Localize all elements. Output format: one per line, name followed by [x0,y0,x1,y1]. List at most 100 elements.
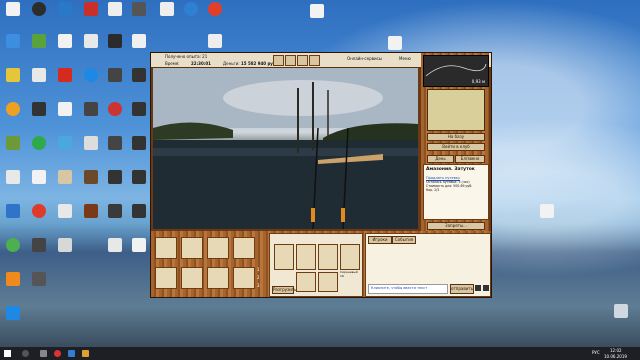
taskbar-app-icon[interactable] [68,350,75,357]
desktop-icon[interactable] [80,170,102,198]
desktop-icon[interactable] [128,68,150,96]
desktop-icon[interactable] [128,238,150,266]
desktop-icon[interactable] [28,102,50,130]
desktop-icon[interactable] [2,34,24,62]
desktop-icon[interactable] [28,238,50,266]
desktop-icon[interactable] [306,4,328,32]
clock-time[interactable]: 12:02 [610,348,622,353]
settings-icon[interactable] [483,285,489,291]
desktop-icon[interactable] [54,34,76,62]
desktop-icon[interactable] [80,68,102,96]
inventory-slot[interactable] [155,237,177,259]
services-button[interactable]: Онлайн-сервисы [347,56,382,61]
tackle-slot[interactable] [318,244,338,270]
rod-icon[interactable] [297,55,308,66]
tab-events[interactable]: События [392,236,416,244]
desktop-icon[interactable] [104,102,126,130]
tab-day[interactable]: День [427,155,454,163]
inventory-slot[interactable] [233,267,255,289]
desktop-icon[interactable] [80,34,102,62]
desktop-icon[interactable] [28,136,50,164]
desktop-icon[interactable] [104,136,126,164]
desktop-icon[interactable] [104,34,126,62]
desktop-icon[interactable] [80,2,102,30]
desktop-icon[interactable] [54,2,76,30]
desktop-icon[interactable] [2,204,24,232]
send-button[interactable]: отправить [450,284,474,294]
clock-date[interactable]: 10.06.2019 [604,354,627,359]
slot-number[interactable]: 3 [257,283,260,288]
bans-button[interactable]: Запреты... [427,222,485,230]
location-map[interactable] [427,89,485,131]
desktop-icon[interactable] [54,102,76,130]
desktop-icon[interactable] [28,68,50,96]
input-language[interactable]: РУС [592,350,600,355]
desktop-icon[interactable] [54,238,76,266]
desktop-icon[interactable] [204,2,226,30]
desktop-icon[interactable] [128,170,150,198]
tackle-slot[interactable] [296,244,316,270]
tackle-slot[interactable] [340,244,360,270]
desktop-icon[interactable] [28,34,50,62]
desktop-icon[interactable] [54,170,76,198]
menu-button[interactable]: Меню [399,56,411,61]
chat-input[interactable]: Кликните, чтобы ввести текст [368,284,448,294]
enter-club-button[interactable]: Войти в клуб [427,143,485,151]
desktop-icon[interactable] [180,2,202,30]
desktop-icon[interactable] [128,136,150,164]
inventory-slot[interactable] [181,267,203,289]
inventory-slot[interactable] [181,237,203,259]
taskbar-app-icon[interactable] [82,350,89,357]
desktop-icon[interactable] [28,272,50,300]
fishing-scene[interactable] [153,68,418,229]
desktop-icon[interactable] [104,68,126,96]
rod-icon[interactable] [285,55,296,66]
taskbar-app-icon[interactable] [40,350,47,357]
desktop-icon[interactable] [104,238,126,266]
to-base-button[interactable]: На базу [427,133,485,141]
desktop-icon[interactable] [2,170,24,198]
recycle-bin-icon[interactable] [610,304,632,332]
desktop-icon[interactable] [128,204,150,232]
desktop-icon[interactable] [80,136,102,164]
search-icon[interactable] [22,350,29,357]
desktop-icon[interactable] [28,204,50,232]
desktop-icon[interactable] [2,306,24,334]
tackle-slot[interactable] [296,272,316,292]
desktop-icon[interactable] [2,2,24,30]
desktop-icon[interactable] [2,68,24,96]
desktop-icon[interactable] [104,170,126,198]
desktop-icon[interactable] [28,170,50,198]
start-icon[interactable] [4,350,11,357]
desktop-icon[interactable] [2,102,24,130]
inventory-slot[interactable] [233,237,255,259]
edit-icon[interactable] [475,285,481,291]
desktop-icon[interactable] [104,204,126,232]
desktop-icon[interactable] [54,136,76,164]
taskbar-app-icon[interactable] [54,350,61,357]
inventory-slot[interactable] [207,267,229,289]
tackle-slot[interactable] [318,272,338,292]
desktop-icon[interactable] [2,238,24,266]
desktop-icon[interactable] [2,136,24,164]
rod-icon[interactable] [309,55,320,66]
slot-number[interactable]: 2 [257,275,260,280]
desktop-icon[interactable] [536,204,558,232]
desktop-icon[interactable] [128,102,150,130]
desktop-icon[interactable] [28,2,50,30]
desktop-icon[interactable] [80,204,102,232]
unload-button[interactable]: Разгрузить [272,286,296,294]
desktop-icon[interactable] [104,2,126,30]
rod-slots[interactable] [273,55,333,66]
desktop-icon[interactable] [2,272,24,300]
desktop-icon[interactable] [80,102,102,130]
tab-reports[interactable]: Бл/звено [455,155,485,163]
tab-players[interactable]: Игроки [368,236,392,244]
desktop-icon[interactable] [156,2,178,30]
tackle-slot[interactable] [274,244,294,270]
desktop-icon[interactable] [128,2,150,30]
desktop-icon[interactable] [128,34,150,62]
desktop-icon[interactable] [54,68,76,96]
desktop-icon[interactable] [54,204,76,232]
inventory-slot[interactable] [155,267,177,289]
